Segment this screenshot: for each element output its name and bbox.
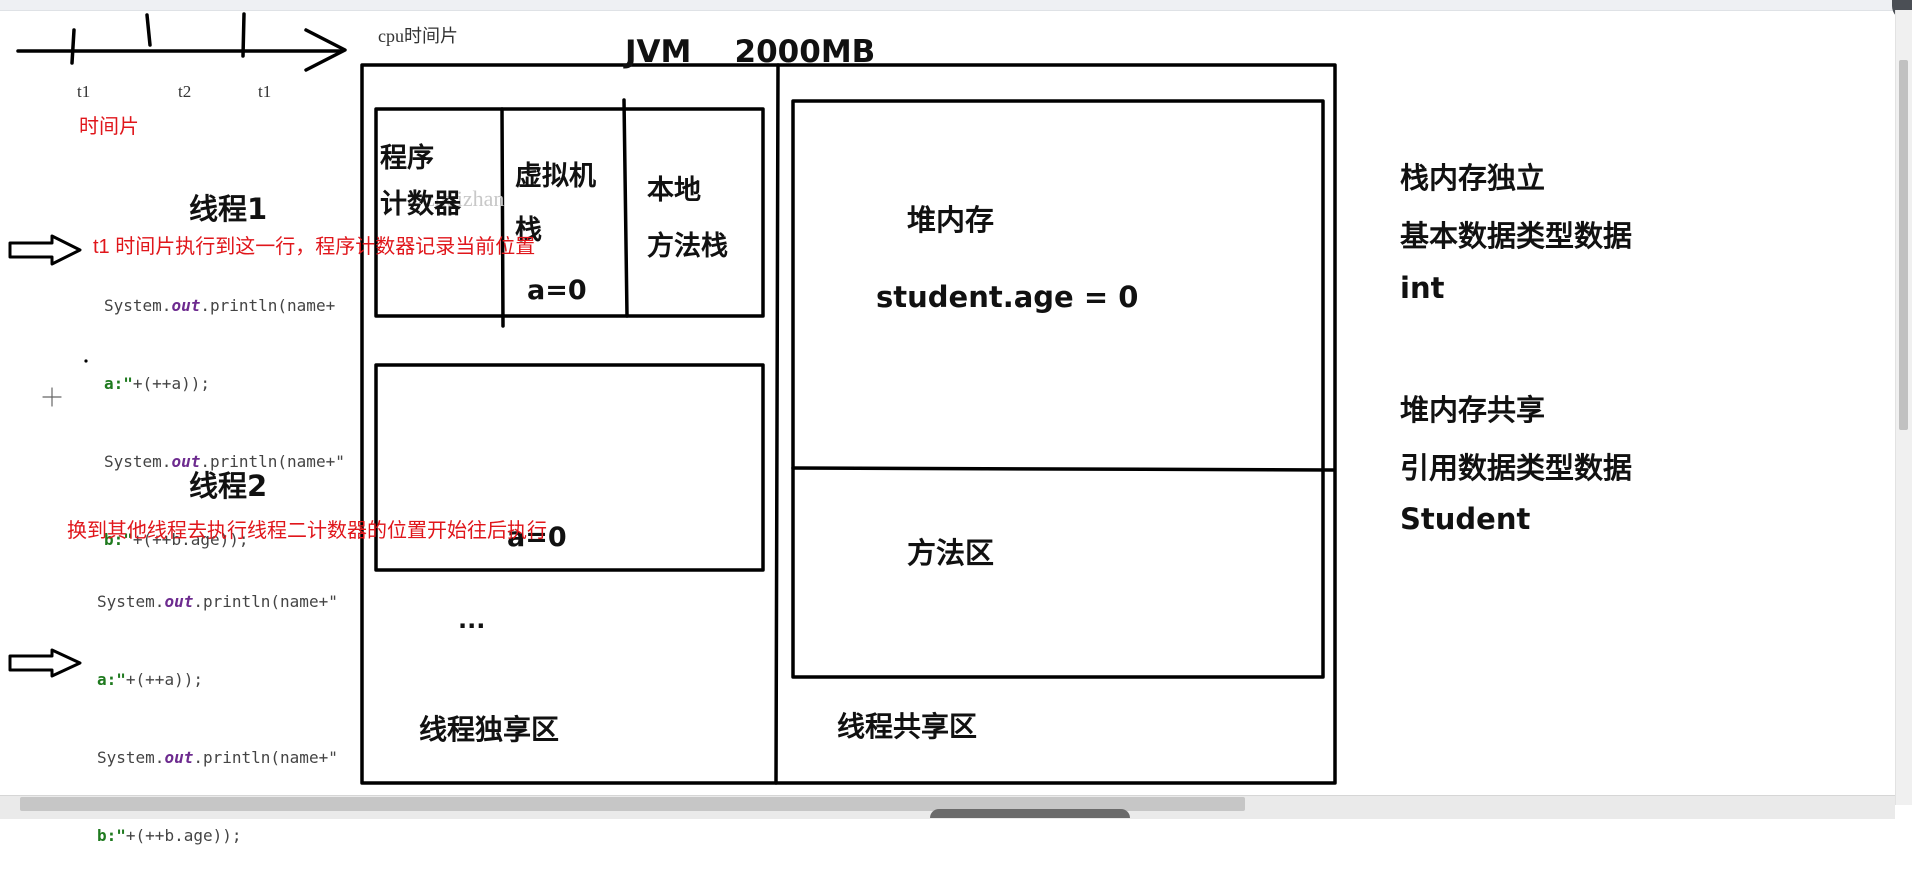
heap-value: student.age = 0 — [876, 280, 1139, 314]
timeline-tick-t2 — [145, 13, 152, 47]
timeline-label-t2: t2 — [178, 82, 192, 101]
note-stack-title: 栈内存独立 — [1400, 161, 1546, 195]
stack-ellipsis: ... — [458, 606, 486, 634]
vm-stack-value: a=0 — [527, 275, 587, 306]
thread1-code-line2: a:"+(++a)); — [104, 374, 210, 393]
timeline-tick-t1 — [70, 28, 76, 65]
pc-register-line1: 程序 — [380, 143, 434, 174]
thread2-code-line1: System.out.println(name+" — [97, 592, 338, 611]
vm-stack-line1: 虚拟机 — [515, 161, 596, 192]
thread-private-area-label: 线程独享区 — [419, 713, 560, 746]
thread2-pointer-arrow — [8, 648, 82, 678]
thread-shared-area-label: 线程共享区 — [837, 710, 978, 743]
heap-label: 堆内存 — [907, 203, 995, 237]
note-heap-line3: Student — [1400, 502, 1531, 536]
jvm-title: JVM 2000MB — [625, 34, 876, 70]
thread2-label: 线程2 — [189, 469, 268, 503]
pc-register-line2: 计数器 — [380, 189, 461, 220]
thread1-note: t1 时间片执行到这一行，程序计数器记录当前位置 — [93, 236, 536, 258]
cpu-timeslice-caption: cpu时间片 — [378, 26, 458, 46]
thread2-code: System.out.println(name+" a:"+(++a)); Sy… — [97, 537, 338, 875]
timeslice-label: 时间片 — [79, 116, 139, 138]
stack-divider-2 — [622, 98, 629, 318]
pc-register-label: 程序 计数器 — [380, 136, 461, 228]
native-stack-line2: 方法栈 — [647, 231, 728, 262]
thread1-label: 线程1 — [189, 192, 268, 226]
native-stack-label: 本地 方法栈 — [647, 163, 728, 275]
timeline-label-t1: t1 — [77, 82, 91, 101]
thread1-pointer-arrow — [8, 234, 82, 266]
thread2-code-line2: a:"+(++a)); — [97, 670, 203, 689]
timeline-tick-t1b — [241, 12, 246, 58]
heap-method-divider — [791, 466, 1335, 472]
taskbar-handle[interactable] — [930, 809, 1130, 818]
note-heap-line2: 引用数据类型数据 — [1400, 451, 1633, 485]
heap-box — [791, 99, 1325, 679]
stack-divider-1 — [500, 107, 505, 328]
native-stack-line1: 本地 — [647, 175, 701, 206]
thread2-code-line4: b:"+(++b.age)); — [97, 826, 242, 845]
note-stack-line3: int — [1400, 271, 1445, 305]
note-stack-line2: 基本数据类型数据 — [1400, 219, 1633, 253]
vertical-scroll-thumb[interactable] — [1899, 60, 1908, 430]
thread1-code-line1: System.out.println(name+ — [104, 296, 336, 315]
method-area-label: 方法区 — [907, 536, 995, 570]
jvm-divider — [774, 63, 780, 785]
timeline-label-t1b: t1 — [258, 82, 272, 101]
note-heap-title: 堆内存共享 — [1400, 393, 1546, 427]
thread2-code-line3: System.out.println(name+" — [97, 748, 338, 767]
